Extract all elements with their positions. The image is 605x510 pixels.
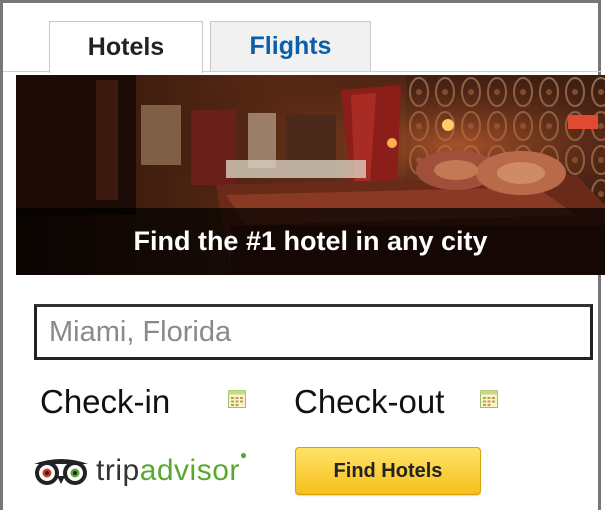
tab-flights-label: Flights [249,32,332,60]
checkout-label: Check-out [294,383,445,420]
hotel-banner: Find the #1 hotel in any city [16,75,605,275]
banner-caption: Find the #1 hotel in any city [16,208,605,275]
checkin-label: Check-in [40,383,171,420]
checkout-calendar-icon[interactable] [480,390,498,408]
wordmark-trip: trip [96,454,140,487]
tab-hotels-label: Hotels [87,33,165,61]
destination-input[interactable] [34,304,593,360]
tripadvisor-wordmark: tripadvisor● [96,448,248,488]
wordmark-dot: ● [239,448,248,462]
tab-flights[interactable]: Flights [210,21,371,72]
wordmark-advisor: advisor [139,454,240,487]
tripadvisor-logo: tripadvisor● [30,448,248,493]
checkin-calendar-icon[interactable] [228,390,246,408]
tripadvisor-owl-eyes-icon [34,459,88,485]
tab-hotels[interactable]: Hotels [49,21,203,73]
find-hotels-button[interactable]: Find Hotels [295,447,481,495]
